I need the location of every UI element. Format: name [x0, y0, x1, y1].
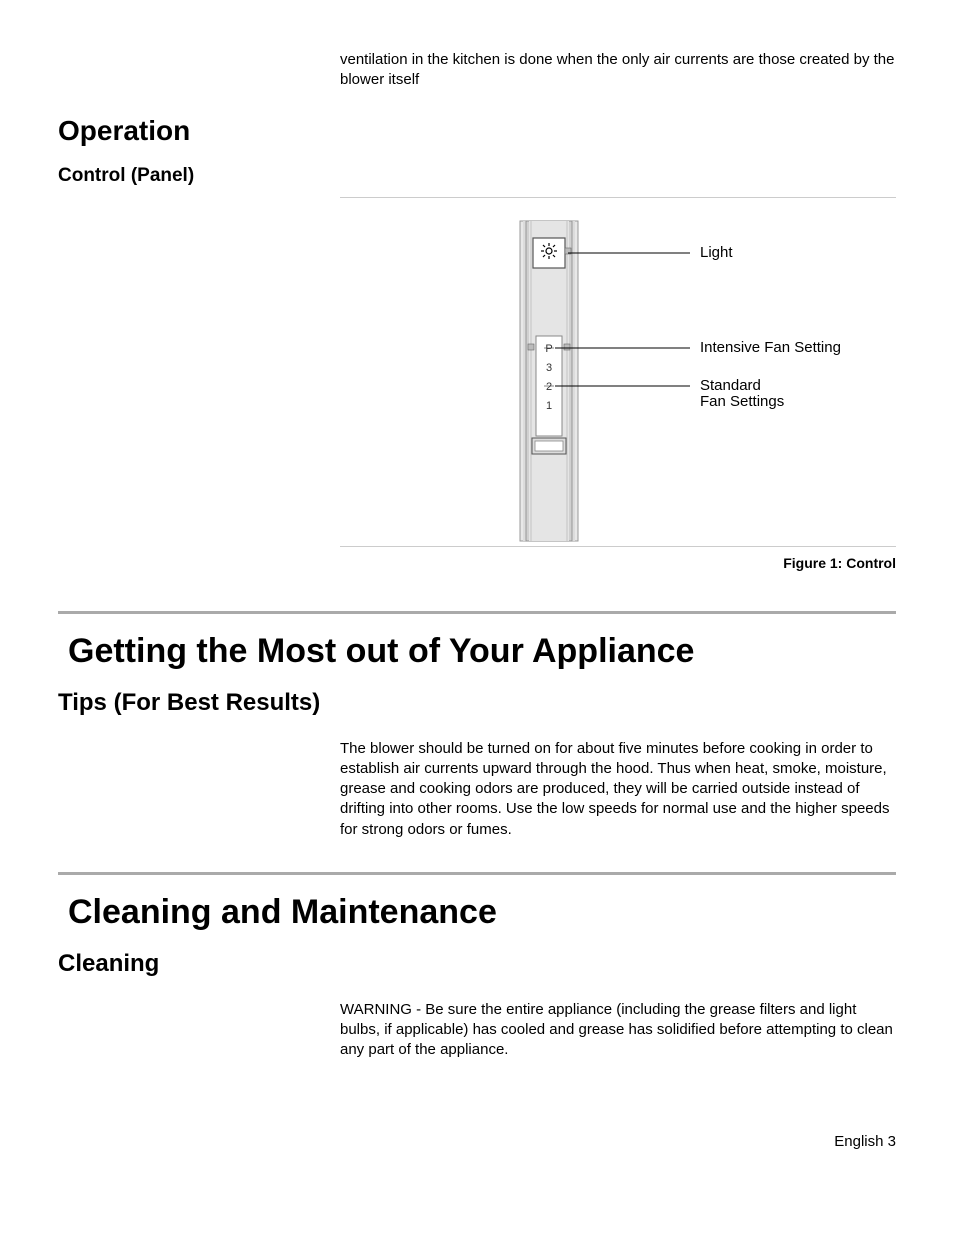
divider-thick-1	[58, 611, 896, 614]
divider-thin-below-figure	[340, 546, 896, 547]
cleaning-maintenance-title: Cleaning and Maintenance	[68, 893, 896, 932]
svg-text:2: 2	[546, 381, 552, 393]
getting-most-title: Getting the Most out of Your Appliance	[68, 632, 896, 671]
tips-body: The blower should be turned on for about…	[340, 727, 896, 840]
divider-thick-2	[58, 872, 896, 875]
svg-text:Fan Settings: Fan Settings	[700, 393, 784, 410]
svg-text:Standard: Standard	[700, 377, 761, 394]
page-footer: English 3	[58, 1133, 896, 1150]
svg-text:3: 3	[546, 362, 552, 374]
cleaning-body: WARNING - Be sure the entire appliance (…	[340, 988, 896, 1061]
control-panel-subheading: Control (Panel)	[58, 165, 896, 187]
figure-1-control: P 3 2 1 Light Intensive Fan Setting Stan…	[340, 198, 896, 579]
svg-text:P: P	[545, 343, 552, 355]
intro-paragraph: ventilation in the kitchen is done when …	[340, 50, 896, 91]
cleaning-subheading: Cleaning	[58, 950, 896, 978]
tips-subheading: Tips (For Best Results)	[58, 689, 896, 717]
svg-text:1: 1	[546, 400, 552, 412]
svg-text:Intensive Fan Setting: Intensive Fan Setting	[700, 339, 841, 356]
control-diagram: P 3 2 1 Light Intensive Fan Setting Stan…	[490, 216, 910, 546]
operation-heading: Operation	[58, 115, 896, 147]
figure-caption: Figure 1: Control	[340, 555, 896, 571]
svg-text:Light: Light	[700, 244, 733, 261]
